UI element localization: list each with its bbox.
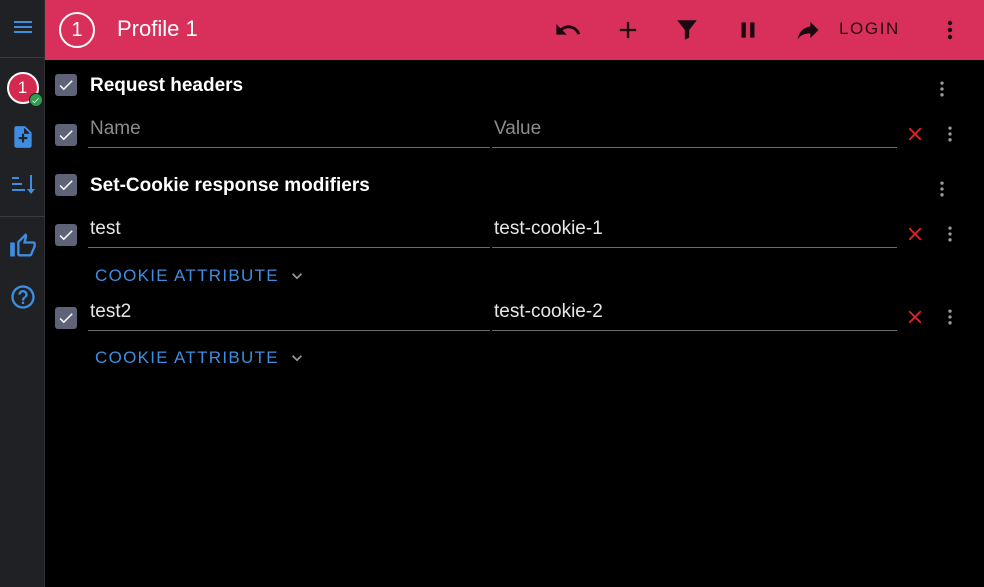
more-vert-icon (948, 126, 952, 142)
help-button[interactable] (0, 275, 45, 319)
close-icon (908, 127, 922, 141)
profile-badge-number: 1 (17, 78, 28, 97)
cookie-name-value: test2 (90, 301, 132, 322)
profile-title[interactable]: Profile 1 (117, 16, 198, 42)
request-headers-more-button[interactable] (932, 77, 952, 101)
header-name-placeholder: Name (90, 118, 141, 139)
undo-button[interactable] (550, 12, 586, 48)
help-icon (10, 285, 35, 309)
add-file-button[interactable] (0, 115, 45, 159)
sort-button[interactable] (0, 163, 45, 207)
request-headers-title: Request headers (90, 75, 244, 96)
more-options-button[interactable] (932, 12, 968, 48)
cookie-attribute-label: COOKIE ATTRIBUTE (95, 266, 279, 285)
cookie-attribute-button[interactable]: COOKIE ATTRIBUTE (95, 266, 307, 286)
share-button[interactable] (790, 12, 826, 48)
cookie-value-value: test-cookie-2 (494, 301, 603, 322)
cookie-row-more-button[interactable] (940, 222, 960, 246)
menu-button[interactable] (0, 5, 45, 49)
check-icon (28, 93, 43, 107)
cookie-name-value: test (90, 218, 121, 239)
cookie-modifiers-title: Set-Cookie response modifiers (90, 175, 370, 196)
sidebar: 1 (0, 0, 45, 587)
cookie-attribute-label: COOKIE ATTRIBUTE (95, 348, 279, 367)
more-vert-icon (940, 81, 944, 97)
pause-icon (741, 22, 755, 38)
cookie-attribute-button[interactable]: COOKIE ATTRIBUTE (95, 348, 307, 368)
cookie-value-value: test-cookie-1 (494, 218, 603, 239)
profile-badge: 1 (6, 72, 43, 107)
sidebar-divider (0, 216, 45, 217)
cookie-row-more-button[interactable] (940, 305, 960, 329)
sidebar-divider (0, 57, 45, 58)
add-icon (619, 21, 637, 39)
chevron-down-icon (291, 273, 302, 280)
check-icon (59, 313, 73, 324)
header-name-input[interactable]: Name (88, 110, 490, 148)
cookie-row-checkbox[interactable] (55, 224, 77, 246)
more-vert-icon (948, 309, 952, 325)
more-vert-icon (947, 20, 953, 40)
cookie-delete-button[interactable] (904, 223, 926, 245)
header-row-checkbox[interactable] (55, 124, 77, 146)
pause-button[interactable] (730, 12, 766, 48)
close-icon (908, 310, 922, 324)
sort-icon (11, 175, 35, 194)
menu-icon (13, 21, 32, 33)
rate-button[interactable] (0, 224, 45, 268)
header-value-input[interactable]: Value (492, 110, 897, 148)
cookie-modifiers-checkbox[interactable] (55, 174, 77, 196)
add-file-icon (13, 126, 32, 148)
cookie-delete-button[interactable] (904, 306, 926, 328)
share-icon (797, 21, 819, 40)
add-button[interactable] (610, 12, 646, 48)
cookie-row-checkbox[interactable] (55, 307, 77, 329)
cookie-value-input[interactable]: test-cookie-2 (492, 293, 897, 331)
close-icon (908, 227, 922, 241)
check-icon (59, 80, 73, 91)
more-vert-icon (948, 226, 952, 242)
check-icon (59, 180, 73, 191)
header-row-more-button[interactable] (940, 122, 960, 146)
filter-button[interactable] (669, 12, 705, 48)
profile-indicator: 1 (59, 12, 95, 48)
header-value-placeholder: Value (494, 118, 542, 139)
cookie-name-input[interactable]: test2 (88, 293, 490, 331)
cookie-name-input[interactable]: test (88, 210, 490, 248)
more-vert-icon (940, 181, 944, 197)
top-bar: 1 Profile 1 LOGIN (45, 0, 984, 60)
thumbs-up-icon (9, 233, 36, 257)
cookie-modifiers-more-button[interactable] (932, 177, 952, 201)
check-icon (59, 230, 73, 241)
profile-indicator-number: 1 (71, 18, 83, 41)
check-icon (59, 130, 73, 141)
login-button[interactable]: LOGIN (839, 19, 900, 39)
cookie-value-input[interactable]: test-cookie-1 (492, 210, 897, 248)
header-delete-button[interactable] (904, 123, 926, 145)
undo-icon (556, 24, 581, 35)
profile-button[interactable]: 1 (0, 66, 45, 110)
filter-icon (677, 20, 697, 40)
request-headers-checkbox[interactable] (55, 74, 77, 96)
chevron-down-icon (291, 355, 302, 362)
